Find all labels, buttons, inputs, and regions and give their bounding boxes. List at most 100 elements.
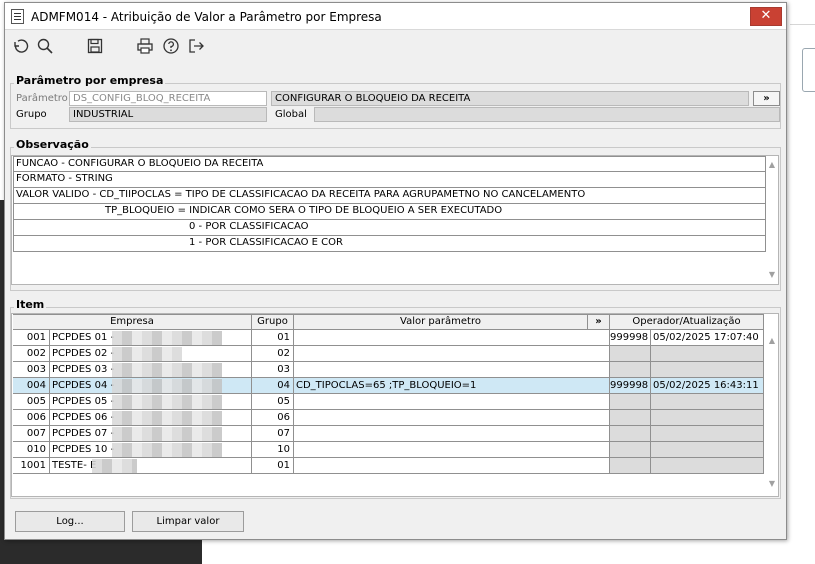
obs-line: 0 - POR CLASSIFICACAO: [13, 220, 766, 236]
cell-code[interactable]: 007: [13, 426, 50, 442]
redacted-text: [112, 331, 222, 345]
global-label: Global: [275, 109, 307, 120]
cell-operador[interactable]: [610, 410, 651, 426]
cell-data[interactable]: [651, 346, 764, 362]
cell-grupo[interactable]: 03: [252, 362, 294, 378]
param-label: Parâmetro: [16, 93, 68, 104]
cell-data[interactable]: [651, 426, 764, 442]
cell-grupo[interactable]: 06: [252, 410, 294, 426]
cell-valor[interactable]: CD_TIPOCLAS=65 ;TP_BLOQUEIO=1: [294, 378, 610, 394]
param-group: [10, 83, 781, 129]
cell-grupo[interactable]: 05: [252, 394, 294, 410]
cell-operador[interactable]: [610, 458, 651, 474]
help-icon[interactable]: [162, 37, 180, 55]
col-header-grupo[interactable]: Grupo: [252, 314, 294, 330]
redacted-text: [112, 363, 222, 377]
cell-operador[interactable]: [610, 442, 651, 458]
param-field[interactable]: DS_CONFIG_BLOQ_RECEITA: [69, 91, 267, 106]
cell-data[interactable]: [651, 362, 764, 378]
cell-valor[interactable]: [294, 362, 610, 378]
log-button[interactable]: Log...: [15, 511, 125, 532]
cell-valor[interactable]: [294, 426, 610, 442]
cell-valor[interactable]: [294, 410, 610, 426]
group-field: INDUSTRIAL: [69, 107, 267, 122]
cell-operador[interactable]: 999998: [610, 378, 651, 394]
cell-grupo[interactable]: 01: [252, 330, 294, 346]
cell-operador[interactable]: [610, 394, 651, 410]
cell-code[interactable]: 003: [13, 362, 50, 378]
cell-valor[interactable]: [294, 330, 610, 346]
cell-data[interactable]: [651, 442, 764, 458]
col-header-operador[interactable]: Operador/Atualização: [610, 314, 764, 330]
obs-line: 1 - POR CLASSIFICACAO E COR: [13, 236, 766, 252]
cell-data[interactable]: [651, 394, 764, 410]
save-icon[interactable]: [86, 37, 104, 55]
cell-code[interactable]: 010: [13, 442, 50, 458]
cell-data[interactable]: [651, 458, 764, 474]
global-field: [314, 107, 780, 122]
redacted-text: [112, 427, 222, 441]
obs-text-area[interactable]: FUNCAO - CONFIGURAR O BLOQUEIO DA RECEIT…: [11, 155, 779, 285]
scroll-up-icon[interactable]: ▲: [766, 160, 778, 170]
cell-code[interactable]: 001: [13, 330, 50, 346]
cell-valor[interactable]: [294, 442, 610, 458]
scroll-down-icon[interactable]: ▼: [766, 479, 778, 489]
cell-grupo[interactable]: 02: [252, 346, 294, 362]
print-icon[interactable]: [136, 37, 154, 55]
item-group-title: Item: [14, 298, 47, 311]
group-label: Grupo: [16, 109, 47, 120]
background-partial-widget: [802, 48, 815, 92]
obs-line: VALOR VALIDO - CD_TIIPOCLAS = TIPO DE CL…: [13, 188, 766, 204]
obs-group-title: Observação: [14, 138, 91, 151]
cell-data[interactable]: 05/02/2025 17:07:40: [651, 330, 764, 346]
toolbar: [5, 31, 786, 63]
cell-grupo[interactable]: 07: [252, 426, 294, 442]
redacted-text: [112, 379, 222, 393]
cell-valor[interactable]: [294, 458, 610, 474]
param-description-field: CONFIGURAR O BLOQUEIO DA RECEITA: [271, 91, 749, 106]
cell-code[interactable]: 006: [13, 410, 50, 426]
cell-data[interactable]: 05/02/2025 16:43:11: [651, 378, 764, 394]
cell-operador[interactable]: 999998: [610, 330, 651, 346]
exit-icon[interactable]: [187, 37, 205, 55]
cell-grupo[interactable]: 01: [252, 458, 294, 474]
cell-data[interactable]: [651, 410, 764, 426]
param-expand-button[interactable]: »: [753, 91, 780, 106]
cell-operador[interactable]: [610, 426, 651, 442]
redacted-text: [112, 347, 182, 361]
cell-operador[interactable]: [610, 362, 651, 378]
item-table: Empresa Grupo Valor parâmetro » Operador…: [11, 313, 779, 497]
window-title: ADMFM014 - Atribuição de Valor a Parâmet…: [31, 10, 382, 24]
undo-icon[interactable]: [11, 37, 29, 55]
cell-grupo[interactable]: 04: [252, 378, 294, 394]
cell-valor[interactable]: [294, 394, 610, 410]
obs-line: TP_BLOQUEIO = INDICAR COMO SERA O TIPO D…: [13, 204, 766, 220]
redacted-text: [112, 443, 222, 457]
obs-line: FUNCAO - CONFIGURAR O BLOQUEIO DA RECEIT…: [13, 156, 766, 172]
col-header-expand-button[interactable]: »: [588, 314, 610, 330]
cell-code[interactable]: 1001: [13, 458, 50, 474]
document-icon: [11, 9, 24, 24]
cell-code[interactable]: 004: [13, 378, 50, 394]
param-group-title: Parâmetro por empresa: [14, 74, 166, 87]
col-header-empresa[interactable]: Empresa: [13, 314, 252, 330]
main-window: ADMFM014 - Atribuição de Valor a Parâmet…: [4, 2, 787, 540]
cell-code[interactable]: 005: [13, 394, 50, 410]
cell-empresa[interactable]: TESTE- E: [50, 458, 252, 474]
scroll-up-icon[interactable]: ▲: [766, 336, 778, 346]
redacted-text: [112, 411, 222, 425]
title-bar[interactable]: ADMFM014 - Atribuição de Valor a Parâmet…: [5, 3, 786, 30]
close-button[interactable]: ✕: [750, 7, 782, 26]
obs-line: FORMATO - STRING: [13, 172, 766, 188]
cell-valor[interactable]: [294, 346, 610, 362]
search-icon[interactable]: [36, 37, 54, 55]
col-header-valor[interactable]: Valor parâmetro: [294, 314, 588, 330]
scroll-down-icon[interactable]: ▼: [766, 270, 778, 280]
redacted-text: [92, 459, 137, 473]
redacted-text: [112, 395, 222, 409]
cell-code[interactable]: 002: [13, 346, 50, 362]
clear-value-button[interactable]: Limpar valor: [132, 511, 244, 532]
background-divider: [790, 24, 815, 25]
cell-operador[interactable]: [610, 346, 651, 362]
cell-grupo[interactable]: 10: [252, 442, 294, 458]
